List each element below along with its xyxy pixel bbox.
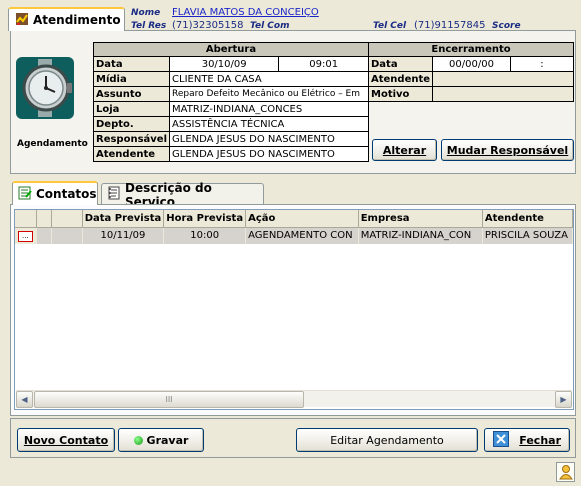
row-empresa: MATRIZ-INDIANA_CON (358, 227, 483, 244)
encerramento-motivo-value (432, 86, 574, 102)
row-hora: 10:00 (163, 227, 247, 244)
abertura-loja-label: Loja (92, 101, 171, 117)
abertura-table: Abertura Data 30/10/09 09:01 Mídia CLIEN… (92, 42, 369, 162)
novo-contato-button[interactable]: Novo Contato (17, 428, 115, 452)
abertura-depto-value: ASSISTÊNCIA TÉCNICA (169, 116, 369, 132)
abertura-assunto-label: Assunto (92, 86, 171, 102)
encerramento-time-value: : (509, 56, 575, 72)
encerramento-atendente-value (432, 71, 574, 87)
agendamento-watch-icon (16, 57, 74, 122)
agendamento-label: Agendamento (17, 139, 88, 149)
abertura-responsavel-label: Responsável (92, 131, 171, 147)
alterar-button[interactable]: Alterar (372, 139, 437, 161)
col-blank-1 (36, 210, 53, 228)
tab-contatos-label: Contatos (36, 187, 97, 201)
abertura-midia-label: Mídia (92, 71, 171, 87)
scroll-right-arrow-icon[interactable]: ▶ (555, 391, 572, 408)
abertura-assunto-value: Reparo Defeito Mecânico ou Elétrico – Em (169, 86, 369, 102)
row-atendente: PRISCILA SOUZA (482, 227, 573, 244)
tab-descricao-servico[interactable]: Descrição do Serviço (101, 181, 264, 209)
col-hora-prevista[interactable]: Hora Prevista (163, 210, 247, 228)
abertura-responsavel-value: GLENDA JESUS DO NASCIMENTO (169, 131, 369, 147)
row-acao: AGENDAMENTO CON (245, 227, 359, 244)
abertura-data-label: Data (92, 56, 171, 72)
encerramento-data-label: Data (367, 56, 434, 72)
encerramento-motivo-label: Motivo (367, 86, 434, 102)
row-data: 10/11/09 (82, 227, 165, 244)
close-icon (493, 430, 509, 450)
row-cell-blank-2 (51, 227, 83, 244)
col-empresa[interactable]: Empresa (358, 210, 483, 228)
editar-agendamento-button[interactable]: Editar Agendamento (296, 428, 478, 452)
col-selector (15, 210, 37, 228)
atendimento-icon (15, 12, 29, 29)
abertura-title: Abertura (93, 42, 369, 57)
fechar-label: Fechar (519, 433, 561, 447)
col-data-prevista[interactable]: Data Prevista (82, 210, 165, 228)
fechar-button[interactable]: Fechar (484, 428, 570, 452)
descricao-icon (107, 186, 121, 203)
abertura-time-value: 09:01 (278, 56, 369, 72)
encerramento-data-value: 00/00/00 (432, 56, 511, 72)
scroll-left-arrow-icon[interactable]: ◀ (16, 391, 33, 408)
nome-value[interactable]: FLAVIA MATOS DA CONCEIÇO (172, 7, 319, 18)
tab-atendimento-label: Atendimento (33, 13, 121, 27)
scrollbar-thumb[interactable]: III (34, 391, 304, 408)
editar-agendamento-label: Editar Agendamento (330, 433, 444, 447)
mudar-responsavel-button[interactable]: Mudar Responsável (441, 139, 574, 161)
tab-contatos[interactable]: Contatos (12, 181, 98, 205)
mudar-responsavel-button-label: Mudar Responsável (446, 143, 569, 157)
encerramento-title: Encerramento (368, 42, 574, 57)
abertura-loja-value: MATRIZ-INDIANA_CONCES (169, 101, 369, 117)
user-icon[interactable] (556, 462, 575, 482)
nome-label: Nome (131, 8, 161, 18)
contatos-grid: Data Prevista Hora Prevista Ação Empresa… (14, 209, 574, 410)
tab-atendimento[interactable]: Atendimento (8, 7, 125, 31)
abertura-atendente-label: Atendente (92, 146, 171, 162)
horizontal-scrollbar[interactable]: ◀ III ▶ (16, 390, 572, 408)
alterar-button-label: Alterar (382, 143, 427, 157)
gravar-label: Gravar (146, 433, 189, 447)
abertura-data-value: 30/10/09 (169, 56, 280, 72)
encerramento-table: Encerramento Data 00/00/00 : Atendente M… (367, 42, 575, 102)
contatos-table: Data Prevista Hora Prevista Ação Empresa… (15, 210, 573, 244)
table-row[interactable]: ... 10/11/09 10:00 AGENDAMENTO CON MATRI… (15, 227, 573, 244)
abertura-midia-value: CLIENTE DA CASA (169, 71, 369, 87)
abertura-depto-label: Depto. (92, 116, 171, 132)
row-detail-cell: ... (15, 227, 37, 244)
row-detail-button[interactable]: ... (17, 230, 33, 242)
row-cell-blank-1 (36, 227, 53, 244)
col-atendente[interactable]: Atendente (482, 210, 573, 228)
gravar-button[interactable]: Gravar (118, 428, 204, 452)
novo-contato-label: Novo Contato (23, 433, 109, 447)
scrollbar-thumb-grip: III (165, 395, 173, 404)
encerramento-atendente-label: Atendente (367, 71, 434, 87)
col-acao[interactable]: Ação (245, 210, 359, 228)
contatos-icon (18, 186, 32, 203)
green-dot-icon (133, 435, 143, 445)
col-blank-2 (51, 210, 83, 228)
abertura-atendente-value: GLENDA JESUS DO NASCIMENTO (169, 146, 369, 162)
